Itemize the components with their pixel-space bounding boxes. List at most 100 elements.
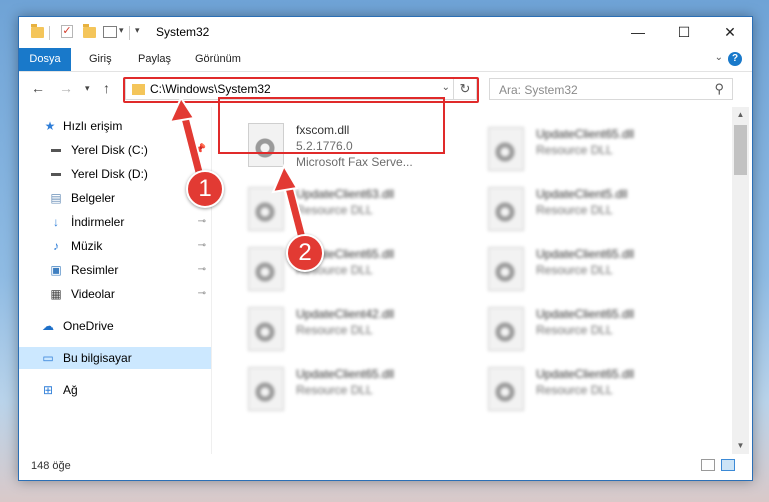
pictures-icon: ▣ <box>50 263 62 277</box>
toolbar-separator <box>49 26 50 40</box>
new-folder-icon[interactable] <box>83 24 96 38</box>
tab-share[interactable]: Paylaş <box>138 48 171 71</box>
forward-button[interactable]: → <box>59 80 73 96</box>
sidebar-item-videos[interactable]: ▦ Videolar ⊸ <box>19 283 211 305</box>
scroll-down-icon[interactable]: ▼ <box>732 438 749 454</box>
network-icon: ⊞ <box>42 383 54 397</box>
sidebar-item-label: Yerel Disk (C:) <box>71 143 148 157</box>
scroll-up-icon[interactable]: ▲ <box>732 107 749 123</box>
sidebar-item-quick-access[interactable]: ★ Hızlı erişim <box>19 115 211 137</box>
sidebar-item-music[interactable]: ♪ Müzik ⊸ <box>19 235 211 257</box>
tab-file[interactable]: Dosya <box>19 48 71 71</box>
file-tile[interactable]: UpdateClient63.dll Resource DLL <box>240 181 470 235</box>
ribbon-tabs: Dosya Giriş Paylaş Görünüm ⌄ ? <box>19 48 752 72</box>
file-tile[interactable]: UpdateClient42.dll Resource DLL <box>240 301 470 355</box>
toolbar-separator <box>129 26 130 40</box>
sidebar-item-network[interactable]: ⊞ Ağ <box>19 379 211 401</box>
expand-ribbon-icon[interactable]: ⌄ <box>715 52 723 63</box>
sidebar-item-onedrive[interactable]: ☁ OneDrive <box>19 315 211 337</box>
close-button[interactable]: ✕ <box>707 17 753 47</box>
item-count: 148 öğe <box>31 460 71 472</box>
back-button[interactable]: ← <box>31 80 45 96</box>
sidebar-item-label: Ağ <box>63 383 78 397</box>
file-type: Resource DLL <box>296 203 373 217</box>
sidebar-item-downloads[interactable]: ↓ İndirmeler ⊸ <box>19 211 211 233</box>
scroll-thumb[interactable] <box>734 125 747 175</box>
quick-access-dropdown-icon[interactable]: ▾ <box>119 25 124 41</box>
title-bar: ✓ ▾ ▾ System32 — ☐ ✕ <box>19 17 752 48</box>
file-description: Microsoft Fax Serve... <box>296 155 413 169</box>
pin-icon[interactable]: 📌 <box>194 139 206 161</box>
file-explorer-window: ✓ ▾ ▾ System32 — ☐ ✕ Dosya Giriş Paylaş … <box>18 16 753 481</box>
sidebar-item-pictures[interactable]: ▣ Resimler ⊸ <box>19 259 211 281</box>
pin-icon[interactable]: ⊸ <box>198 283 206 305</box>
sidebar-item-label: Hızlı erişim <box>63 119 123 133</box>
file-type: Resource DLL <box>536 263 613 277</box>
step-1-badge: 1 <box>186 170 224 208</box>
star-icon: ★ <box>44 119 56 133</box>
sidebar-item-label: Videolar <box>71 287 115 301</box>
documents-icon: ▤ <box>50 191 62 205</box>
sidebar-item-label: İndirmeler <box>71 215 125 229</box>
details-view-icon[interactable] <box>701 459 715 471</box>
file-type: Resource DLL <box>296 383 373 397</box>
minimize-button[interactable]: — <box>615 17 661 47</box>
status-bar: 148 öğe <box>19 454 752 480</box>
drive-icon: ▬ <box>51 144 61 155</box>
file-tile[interactable]: UpdateClient65.dll Resource DLL <box>480 301 710 355</box>
file-highlight-box <box>218 97 445 154</box>
file-tile[interactable]: UpdateClient65.dll Resource DLL <box>480 121 710 175</box>
large-icons-view-icon[interactable] <box>721 459 735 471</box>
maximize-button[interactable]: ☐ <box>661 17 707 47</box>
onedrive-icon: ☁ <box>42 319 54 333</box>
search-placeholder: Ara: System32 <box>499 83 578 97</box>
vertical-scrollbar[interactable]: ▲ ▼ <box>732 107 749 454</box>
music-icon: ♪ <box>53 239 59 253</box>
computer-icon: ▭ <box>42 351 54 365</box>
file-type: Resource DLL <box>536 203 613 217</box>
search-icon[interactable]: ⚲ <box>714 81 724 97</box>
sidebar-item-label: Bu bilgisayar <box>63 351 132 365</box>
file-name: UpdateClient65.dll <box>296 367 395 381</box>
tab-home[interactable]: Giriş <box>89 48 112 71</box>
dll-file-icon <box>248 187 284 231</box>
file-name: UpdateClient65.dll <box>536 307 635 321</box>
pin-icon[interactable]: ⊸ <box>198 211 206 233</box>
file-tile[interactable]: UpdateClient5.dll Resource DLL <box>480 181 710 235</box>
tab-view[interactable]: Görünüm <box>195 48 241 71</box>
dll-file-icon <box>488 127 524 171</box>
properties-check-icon[interactable]: ✓ <box>61 25 73 38</box>
up-button[interactable]: ↑ <box>103 80 110 96</box>
dll-file-icon <box>488 367 524 411</box>
file-tile[interactable]: UpdateClient65.dll Resource DLL <box>240 361 470 415</box>
file-tile[interactable]: UpdateClient65.dll Resource DLL <box>480 241 710 295</box>
dll-file-icon <box>248 247 284 291</box>
file-type: Resource DLL <box>536 383 613 397</box>
download-icon: ↓ <box>53 215 59 229</box>
file-name: UpdateClient5.dll <box>536 187 628 201</box>
dll-file-icon <box>488 187 524 231</box>
sidebar-item-local-disk-c[interactable]: ▬ Yerel Disk (C:) 📌 <box>19 139 211 161</box>
sidebar-item-documents[interactable]: ▤ Belgeler <box>19 187 211 209</box>
file-type: Resource DLL <box>296 323 373 337</box>
pin-icon[interactable]: ⊸ <box>198 235 206 257</box>
file-name: UpdateClient65.dll <box>536 367 635 381</box>
toolbar-chevron-icon[interactable]: ▾ <box>135 25 140 41</box>
videos-icon: ▦ <box>50 287 62 301</box>
pin-icon[interactable]: ⊸ <box>198 259 206 281</box>
recent-locations-icon[interactable]: ▾ <box>85 83 90 94</box>
search-input[interactable]: Ara: System32 ⚲ <box>489 78 733 100</box>
file-name: UpdateClient65.dll <box>536 127 635 141</box>
drive-icon: ▬ <box>51 168 61 179</box>
file-tile[interactable]: UpdateClient65.dll Resource DLL <box>240 241 470 295</box>
dll-file-icon <box>488 247 524 291</box>
file-tile[interactable]: UpdateClient65.dll Resource DLL <box>480 361 710 415</box>
sidebar-item-label: Resimler <box>71 263 119 277</box>
dll-file-icon <box>248 367 284 411</box>
file-name: UpdateClient63.dll <box>296 187 395 201</box>
customize-toolbar-icon[interactable] <box>103 26 117 38</box>
sidebar-item-label: Belgeler <box>71 191 116 205</box>
help-icon[interactable]: ? <box>728 52 742 66</box>
sidebar-item-local-disk-d[interactable]: ▬ Yerel Disk (D:) <box>19 163 211 185</box>
sidebar-item-this-pc[interactable]: ▭ Bu bilgisayar <box>19 347 211 369</box>
